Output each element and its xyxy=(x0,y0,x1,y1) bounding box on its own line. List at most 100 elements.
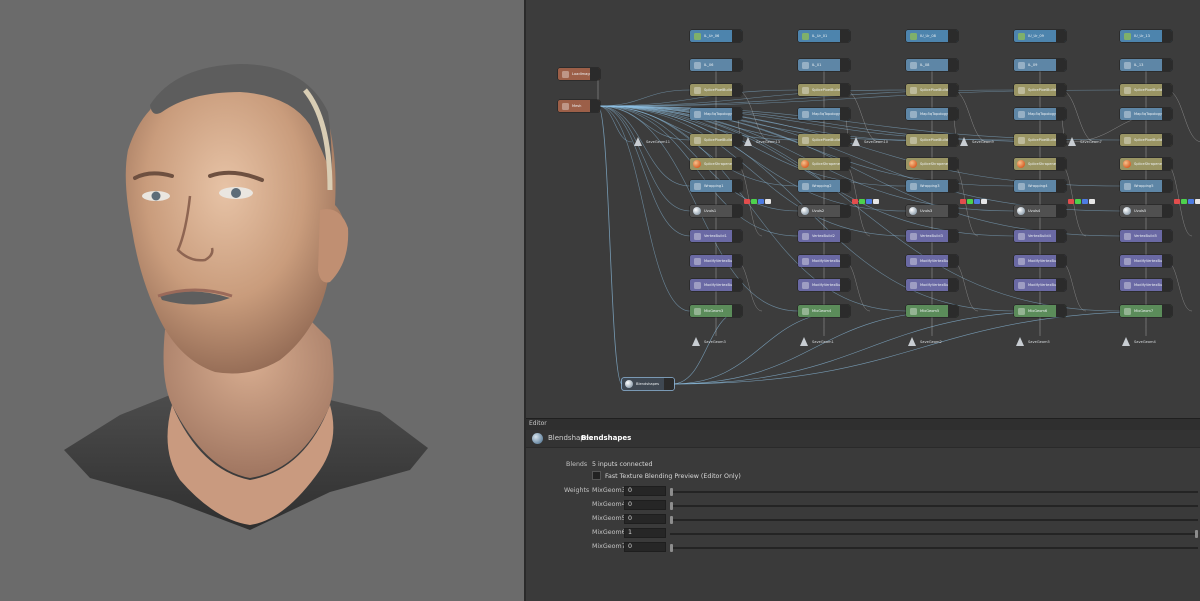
node-port[interactable] xyxy=(732,30,742,42)
graph-node[interactable]: MixGeom6 xyxy=(1014,305,1066,317)
graph-node[interactable]: Uvuls4 xyxy=(1014,205,1066,217)
node-port[interactable] xyxy=(1056,230,1066,242)
node-port[interactable] xyxy=(732,255,742,267)
graph-node[interactable]: VertexBuild4 xyxy=(1014,230,1066,242)
node-port[interactable] xyxy=(1056,134,1066,146)
node-name-label[interactable]: Blendshapes xyxy=(581,434,631,442)
node-port[interactable] xyxy=(1162,108,1172,120)
graph-node[interactable]: ModifyVertexBuild6 xyxy=(798,279,850,291)
node-port[interactable] xyxy=(948,84,958,96)
node-port[interactable] xyxy=(1056,108,1066,120)
save-geom-node[interactable]: SaveGeom11 xyxy=(632,136,692,148)
graph-node[interactable]: SpliceShrapened5 xyxy=(1120,158,1172,170)
node-port[interactable] xyxy=(1056,305,1066,317)
node-port[interactable] xyxy=(1162,205,1172,217)
node-port[interactable] xyxy=(1162,84,1172,96)
graph-node[interactable]: VertexBuild3 xyxy=(906,230,958,242)
node-port[interactable] xyxy=(1162,59,1172,71)
node-port[interactable] xyxy=(1162,158,1172,170)
slider-thumb[interactable] xyxy=(670,502,673,510)
node-port[interactable] xyxy=(732,305,742,317)
graph-node[interactable]: SaveGeom2 xyxy=(906,336,966,348)
node-port[interactable] xyxy=(1056,255,1066,267)
node-port[interactable] xyxy=(1162,180,1172,192)
graph-node[interactable]: SplicePixelBuild3 xyxy=(690,84,742,96)
top-texture-node[interactable]: IL_Ur_01 xyxy=(798,30,850,42)
weight-value-input[interactable]: 0 xyxy=(624,500,666,510)
top-texture-node[interactable]: IL_Ur_06 xyxy=(690,30,742,42)
slider-thumb[interactable] xyxy=(670,488,673,496)
node-port[interactable] xyxy=(948,30,958,42)
graph-node[interactable]: SplicePixelBuild5 xyxy=(906,84,958,96)
save-geom-node[interactable]: SaveGeom9 xyxy=(958,136,1018,148)
node-port[interactable] xyxy=(948,255,958,267)
slider-thumb[interactable] xyxy=(1195,530,1198,538)
node-port[interactable] xyxy=(1056,279,1066,291)
node-port[interactable] xyxy=(732,134,742,146)
node-port[interactable] xyxy=(840,255,850,267)
graph-node[interactable]: Wrapping3 xyxy=(906,180,958,192)
weight-slider[interactable] xyxy=(670,502,1198,510)
node-port[interactable] xyxy=(1056,205,1066,217)
node-port[interactable] xyxy=(1056,180,1066,192)
graph-node[interactable]: IL_13 xyxy=(1120,59,1172,71)
graph-node[interactable]: Uvuls5 xyxy=(1120,205,1172,217)
graph-node[interactable]: MixGeom5 xyxy=(906,305,958,317)
graph-node[interactable]: Wrapping2 xyxy=(798,180,850,192)
node-port[interactable] xyxy=(732,158,742,170)
weight-slider[interactable] xyxy=(670,488,1198,496)
graph-node[interactable]: Map5qTopology2 xyxy=(798,108,850,120)
node-port[interactable] xyxy=(840,30,850,42)
weight-slider[interactable] xyxy=(670,516,1198,524)
blendshapes-node[interactable]: Blendshapes xyxy=(622,378,674,390)
node-port[interactable] xyxy=(1162,279,1172,291)
graph-node[interactable]: Uvuls1 xyxy=(690,205,742,217)
node-port[interactable] xyxy=(840,59,850,71)
node-port[interactable] xyxy=(840,230,850,242)
node-port[interactable] xyxy=(1056,84,1066,96)
save-geom-node[interactable]: SaveGeom10 xyxy=(850,136,910,148)
node-port[interactable] xyxy=(948,108,958,120)
slider-thumb[interactable] xyxy=(670,544,673,552)
node-port[interactable] xyxy=(840,84,850,96)
node-port[interactable] xyxy=(732,230,742,242)
node-port[interactable] xyxy=(732,84,742,96)
node-port[interactable] xyxy=(840,108,850,120)
graph-node[interactable]: SaveGeom4 xyxy=(1120,336,1180,348)
graph-node[interactable]: Map5qTopology4 xyxy=(1014,108,1066,120)
graph-node[interactable]: SpliceShrapened4 xyxy=(1014,158,1066,170)
graph-node[interactable]: IL_01 xyxy=(798,59,850,71)
graph-node[interactable]: ModifyVertexBuild10 xyxy=(1014,279,1066,291)
node-port[interactable] xyxy=(948,134,958,146)
graph-node[interactable]: Map5qTopology5 xyxy=(1120,108,1172,120)
graph-node[interactable]: SaveGeom5 xyxy=(1014,336,1074,348)
mesh-node[interactable]: Mesh xyxy=(558,100,600,112)
graph-node[interactable]: VertexBuild5 xyxy=(1120,230,1172,242)
3d-viewport[interactable] xyxy=(0,0,524,601)
graph-node[interactable]: ModifyVertexBuild9 xyxy=(1014,255,1066,267)
node-port[interactable] xyxy=(948,205,958,217)
graph-node[interactable]: Wrapping4 xyxy=(1014,180,1066,192)
graph-node[interactable]: SplicePixelBuild4 xyxy=(798,84,850,96)
graph-node[interactable]: MixGeom3 xyxy=(690,305,742,317)
node-port[interactable] xyxy=(1162,134,1172,146)
graph-node[interactable]: MixGeom7 xyxy=(1120,305,1172,317)
graph-node[interactable]: ModifyVertexBuild4 xyxy=(690,255,742,267)
graph-node[interactable]: SaveGeom1 xyxy=(798,336,858,348)
graph-node[interactable]: ModifyVertexBuild5 xyxy=(798,255,850,267)
node-port[interactable] xyxy=(948,279,958,291)
node-port[interactable] xyxy=(732,279,742,291)
node-port[interactable] xyxy=(732,180,742,192)
node-graph[interactable]: IL_Ur_06 IL_Ur_01 IU_Ur_08 IU_Ur_09 IU_Ur_13… xyxy=(526,0,1200,418)
load-image-node[interactable]: LoadImage xyxy=(558,68,600,80)
node-port[interactable] xyxy=(664,378,674,390)
node-port[interactable] xyxy=(840,180,850,192)
node-port[interactable] xyxy=(948,59,958,71)
node-port[interactable] xyxy=(1162,305,1172,317)
graph-node[interactable]: IL_08 xyxy=(906,59,958,71)
graph-node[interactable]: SplicePixelBuild7 xyxy=(1120,84,1172,96)
slider-thumb[interactable] xyxy=(670,516,673,524)
node-port[interactable] xyxy=(948,180,958,192)
node-port[interactable] xyxy=(590,68,600,80)
weight-value-input[interactable]: 1 xyxy=(624,528,666,538)
